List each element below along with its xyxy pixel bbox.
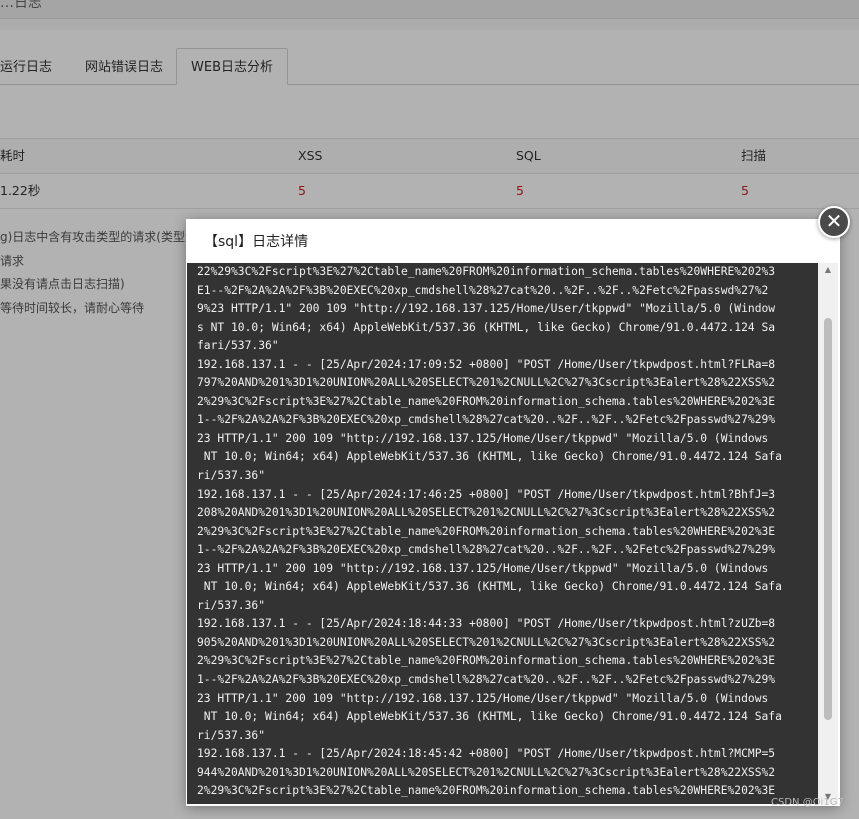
scroll-thumb[interactable] xyxy=(824,318,832,720)
log-text: 22%29%3C%2Fscript%3E%27%2Ctable_name%20F… xyxy=(197,265,782,798)
scroll-up-arrow-icon[interactable]: ▲ xyxy=(818,263,838,277)
dialog-title: 【sql】日志详情 xyxy=(204,234,309,250)
watermark: CSDN @Oi1G7 xyxy=(771,797,844,808)
close-icon[interactable]: ✕ xyxy=(818,206,850,238)
log-scrollbar[interactable]: ▲ ▼ xyxy=(818,263,838,804)
log-content-area[interactable]: 22%29%3C%2Fscript%3E%27%2Ctable_name%20F… xyxy=(187,263,818,804)
log-detail-dialog: 【sql】日志详情 22%29%3C%2Fscript%3E%27%2Ctabl… xyxy=(186,219,840,806)
